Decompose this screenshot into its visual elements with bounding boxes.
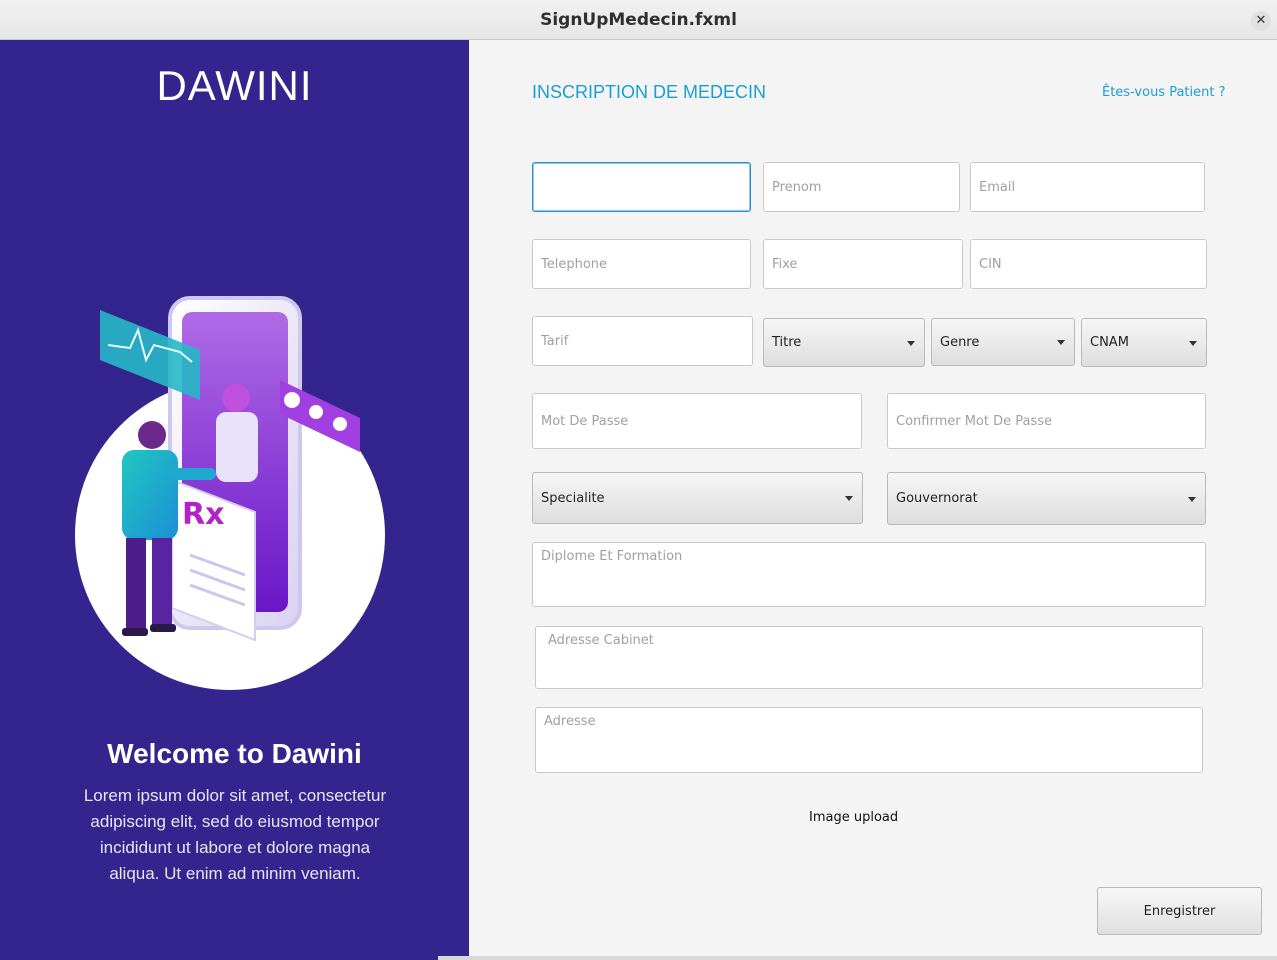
- gouvernorat-select[interactable]: Gouvernorat: [887, 472, 1206, 525]
- window-bottom-edge: [438, 956, 1277, 960]
- window-titlebar: SignUpMedecin.fxml ✕: [0, 0, 1277, 40]
- fixe-input[interactable]: [763, 239, 963, 289]
- gouvernorat-select-value: Gouvernorat: [896, 491, 978, 506]
- confirm-password-input[interactable]: [887, 393, 1206, 449]
- titre-select[interactable]: Titre: [763, 318, 925, 367]
- brand-logo: DAWINI: [156, 62, 313, 109]
- close-icon[interactable]: ✕: [1251, 11, 1271, 31]
- adresse-textarea[interactable]: [535, 707, 1203, 773]
- chevron-down-icon: [845, 496, 853, 501]
- tarif-input[interactable]: [532, 316, 753, 366]
- diplome-textarea[interactable]: [532, 542, 1206, 607]
- cnam-select[interactable]: CNAM: [1081, 318, 1207, 367]
- patient-signup-link[interactable]: Êtes-vous Patient ?: [1102, 85, 1226, 100]
- specialite-select-value: Specialite: [541, 490, 605, 506]
- welcome-line: Lorem ipsum dolor sit amet, consectetur: [83, 786, 387, 805]
- welcome-line: adipiscing elit, sed do eiusmod tempor: [90, 812, 380, 831]
- welcome-heading: Welcome to Dawini: [107, 738, 362, 769]
- adresse-cabinet-textarea[interactable]: [535, 626, 1203, 689]
- welcome-line: aliqua. Ut enim ad minim veniam.: [109, 864, 361, 883]
- welcome-line: incididunt ut labore et dolore magna: [99, 838, 371, 857]
- svg-text:Rx: Rx: [182, 497, 224, 532]
- chevron-down-icon: [1188, 496, 1196, 502]
- chevron-down-icon: [907, 340, 915, 346]
- genre-select[interactable]: Genre: [931, 318, 1075, 366]
- window-title: SignUpMedecin.fxml: [540, 10, 737, 30]
- chevron-down-icon: [1189, 340, 1197, 346]
- nom-input[interactable]: [532, 162, 751, 212]
- genre-select-value: Genre: [940, 334, 980, 350]
- email-input[interactable]: [970, 162, 1205, 212]
- telephone-input[interactable]: [532, 239, 751, 289]
- doctor-illustration: Rx: [75, 296, 385, 690]
- form-title: INSCRIPTION DE MEDECIN: [532, 82, 767, 102]
- image-upload-label[interactable]: Image upload: [809, 810, 898, 825]
- password-input[interactable]: [532, 393, 862, 449]
- prenom-input[interactable]: [763, 162, 960, 212]
- cin-input[interactable]: [970, 239, 1207, 289]
- specialite-select[interactable]: Specialite: [532, 472, 863, 524]
- titre-select-value: Titre: [772, 335, 802, 350]
- chevron-down-icon: [1057, 340, 1065, 345]
- welcome-description: Lorem ipsum dolor sit amet, consectetur …: [55, 783, 415, 887]
- enregistrer-button[interactable]: Enregistrer: [1097, 887, 1262, 935]
- cnam-select-value: CNAM: [1090, 335, 1129, 350]
